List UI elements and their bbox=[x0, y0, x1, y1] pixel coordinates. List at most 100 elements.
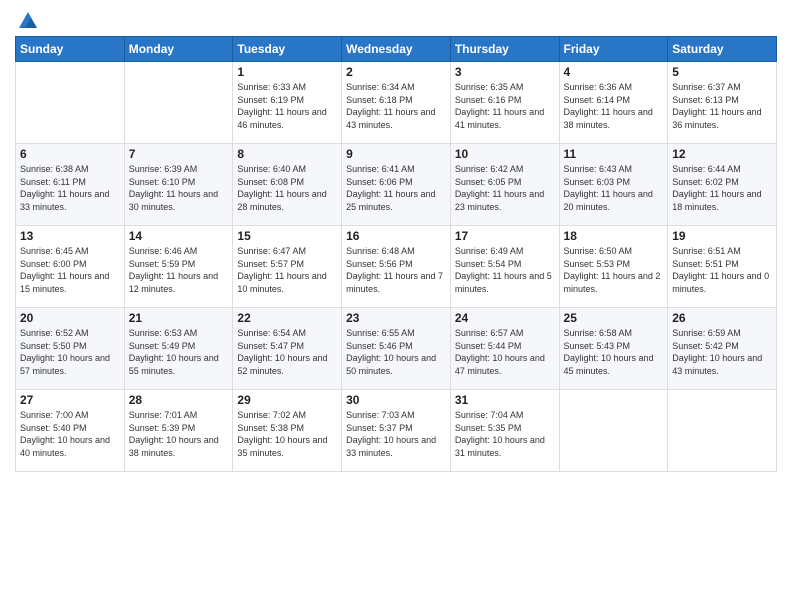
day-info: Sunrise: 6:47 AM Sunset: 5:57 PM Dayligh… bbox=[237, 245, 337, 295]
day-info: Sunrise: 7:00 AM Sunset: 5:40 PM Dayligh… bbox=[20, 409, 120, 459]
day-info: Sunrise: 6:36 AM Sunset: 6:14 PM Dayligh… bbox=[564, 81, 664, 131]
day-number: 30 bbox=[346, 393, 446, 407]
day-number: 9 bbox=[346, 147, 446, 161]
day-number: 24 bbox=[455, 311, 555, 325]
calendar-day-cell: 22 Sunrise: 6:54 AM Sunset: 5:47 PM Dayli… bbox=[233, 308, 342, 390]
page: SundayMondayTuesdayWednesdayThursdayFrid… bbox=[0, 0, 792, 612]
calendar-day-cell: 24 Sunrise: 6:57 AM Sunset: 5:44 PM Dayli… bbox=[450, 308, 559, 390]
day-number: 3 bbox=[455, 65, 555, 79]
calendar-day-cell: 7Sunrise: 6:39 AM Sunset: 6:10 PM Daylig… bbox=[124, 144, 233, 226]
weekday-header: Thursday bbox=[450, 37, 559, 62]
calendar-day-cell: 3 Sunrise: 6:35 AM Sunset: 6:16 PM Daylig… bbox=[450, 62, 559, 144]
day-number: 23 bbox=[346, 311, 446, 325]
day-info: Sunrise: 6:33 AM Sunset: 6:19 PM Dayligh… bbox=[237, 81, 337, 131]
day-number: 27 bbox=[20, 393, 120, 407]
day-number: 12 bbox=[672, 147, 772, 161]
calendar-day-cell: 30 Sunrise: 7:03 AM Sunset: 5:37 PM Dayli… bbox=[342, 390, 451, 472]
day-info: Sunrise: 7:04 AM Sunset: 5:35 PM Dayligh… bbox=[455, 409, 555, 459]
day-number: 29 bbox=[237, 393, 337, 407]
calendar-day-cell: 17 Sunrise: 6:49 AM Sunset: 5:54 PM Dayli… bbox=[450, 226, 559, 308]
day-info: Sunrise: 6:44 AM Sunset: 6:02 PM Dayligh… bbox=[672, 163, 772, 213]
day-number: 8 bbox=[237, 147, 337, 161]
day-info: Sunrise: 6:54 AM Sunset: 5:47 PM Dayligh… bbox=[237, 327, 337, 377]
calendar-day-cell: 21 Sunrise: 6:53 AM Sunset: 5:49 PM Dayli… bbox=[124, 308, 233, 390]
weekday-header: Sunday bbox=[16, 37, 125, 62]
day-info: Sunrise: 6:52 AM Sunset: 5:50 PM Dayligh… bbox=[20, 327, 120, 377]
day-info: Sunrise: 6:57 AM Sunset: 5:44 PM Dayligh… bbox=[455, 327, 555, 377]
calendar-week-row: 20 Sunrise: 6:52 AM Sunset: 5:50 PM Dayli… bbox=[16, 308, 777, 390]
day-info: Sunrise: 6:35 AM Sunset: 6:16 PM Dayligh… bbox=[455, 81, 555, 131]
calendar-day-cell: 29Sunrise: 7:02 AM Sunset: 5:38 PM Dayli… bbox=[233, 390, 342, 472]
day-number: 11 bbox=[564, 147, 664, 161]
day-number: 1 bbox=[237, 65, 337, 79]
day-number: 17 bbox=[455, 229, 555, 243]
day-number: 20 bbox=[20, 311, 120, 325]
day-info: Sunrise: 6:41 AM Sunset: 6:06 PM Dayligh… bbox=[346, 163, 446, 213]
day-info: Sunrise: 6:50 AM Sunset: 5:53 PM Dayligh… bbox=[564, 245, 664, 295]
calendar-week-row: 1 Sunrise: 6:33 AM Sunset: 6:19 PM Daylig… bbox=[16, 62, 777, 144]
day-number: 4 bbox=[564, 65, 664, 79]
day-info: Sunrise: 6:55 AM Sunset: 5:46 PM Dayligh… bbox=[346, 327, 446, 377]
calendar-day-cell: 13Sunrise: 6:45 AM Sunset: 6:00 PM Dayli… bbox=[16, 226, 125, 308]
day-number: 28 bbox=[129, 393, 229, 407]
day-info: Sunrise: 6:40 AM Sunset: 6:08 PM Dayligh… bbox=[237, 163, 337, 213]
day-number: 15 bbox=[237, 229, 337, 243]
day-number: 18 bbox=[564, 229, 664, 243]
calendar-day-cell: 27 Sunrise: 7:00 AM Sunset: 5:40 PM Dayli… bbox=[16, 390, 125, 472]
calendar-day-cell: 23 Sunrise: 6:55 AM Sunset: 5:46 PM Dayli… bbox=[342, 308, 451, 390]
weekday-header: Saturday bbox=[668, 37, 777, 62]
calendar-day-cell: 16 Sunrise: 6:48 AM Sunset: 5:56 PM Dayli… bbox=[342, 226, 451, 308]
day-number: 25 bbox=[564, 311, 664, 325]
calendar-day-cell: 8 Sunrise: 6:40 AM Sunset: 6:08 PM Daylig… bbox=[233, 144, 342, 226]
calendar-day-cell: 6 Sunrise: 6:38 AM Sunset: 6:11 PM Daylig… bbox=[16, 144, 125, 226]
logo bbox=[15, 10, 39, 28]
day-number: 16 bbox=[346, 229, 446, 243]
calendar-day-cell: 25 Sunrise: 6:58 AM Sunset: 5:43 PM Dayli… bbox=[559, 308, 668, 390]
day-info: Sunrise: 6:34 AM Sunset: 6:18 PM Dayligh… bbox=[346, 81, 446, 131]
day-number: 2 bbox=[346, 65, 446, 79]
calendar-week-row: 27 Sunrise: 7:00 AM Sunset: 5:40 PM Dayli… bbox=[16, 390, 777, 472]
day-info: Sunrise: 6:38 AM Sunset: 6:11 PM Dayligh… bbox=[20, 163, 120, 213]
day-info: Sunrise: 6:39 AM Sunset: 6:10 PM Dayligh… bbox=[129, 163, 229, 213]
calendar-day-cell: 14Sunrise: 6:46 AM Sunset: 5:59 PM Dayli… bbox=[124, 226, 233, 308]
day-info: Sunrise: 6:58 AM Sunset: 5:43 PM Dayligh… bbox=[564, 327, 664, 377]
day-info: Sunrise: 6:53 AM Sunset: 5:49 PM Dayligh… bbox=[129, 327, 229, 377]
day-info: Sunrise: 6:49 AM Sunset: 5:54 PM Dayligh… bbox=[455, 245, 555, 295]
calendar-day-cell: 26 Sunrise: 6:59 AM Sunset: 5:42 PM Dayli… bbox=[668, 308, 777, 390]
header bbox=[15, 10, 777, 28]
calendar-day-cell: 18 Sunrise: 6:50 AM Sunset: 5:53 PM Dayli… bbox=[559, 226, 668, 308]
weekday-header: Wednesday bbox=[342, 37, 451, 62]
day-info: Sunrise: 6:43 AM Sunset: 6:03 PM Dayligh… bbox=[564, 163, 664, 213]
weekday-header: Monday bbox=[124, 37, 233, 62]
day-info: Sunrise: 6:46 AM Sunset: 5:59 PM Dayligh… bbox=[129, 245, 229, 295]
day-info: Sunrise: 6:51 AM Sunset: 5:51 PM Dayligh… bbox=[672, 245, 772, 295]
day-info: Sunrise: 6:48 AM Sunset: 5:56 PM Dayligh… bbox=[346, 245, 446, 295]
day-number: 26 bbox=[672, 311, 772, 325]
calendar-day-cell: 15 Sunrise: 6:47 AM Sunset: 5:57 PM Dayli… bbox=[233, 226, 342, 308]
day-number: 13 bbox=[20, 229, 120, 243]
calendar-day-cell bbox=[124, 62, 233, 144]
calendar-day-cell: 10Sunrise: 6:42 AM Sunset: 6:05 PM Dayli… bbox=[450, 144, 559, 226]
calendar-table: SundayMondayTuesdayWednesdayThursdayFrid… bbox=[15, 36, 777, 472]
day-number: 21 bbox=[129, 311, 229, 325]
day-number: 5 bbox=[672, 65, 772, 79]
weekday-header: Tuesday bbox=[233, 37, 342, 62]
calendar-header-row: SundayMondayTuesdayWednesdayThursdayFrid… bbox=[16, 37, 777, 62]
day-info: Sunrise: 6:37 AM Sunset: 6:13 PM Dayligh… bbox=[672, 81, 772, 131]
calendar-day-cell: 31 Sunrise: 7:04 AM Sunset: 5:35 PM Dayli… bbox=[450, 390, 559, 472]
calendar-day-cell: 5 Sunrise: 6:37 AM Sunset: 6:13 PM Daylig… bbox=[668, 62, 777, 144]
day-number: 22 bbox=[237, 311, 337, 325]
day-number: 10 bbox=[455, 147, 555, 161]
day-number: 6 bbox=[20, 147, 120, 161]
calendar-day-cell: 4 Sunrise: 6:36 AM Sunset: 6:14 PM Daylig… bbox=[559, 62, 668, 144]
calendar-week-row: 6 Sunrise: 6:38 AM Sunset: 6:11 PM Daylig… bbox=[16, 144, 777, 226]
calendar-day-cell: 9 Sunrise: 6:41 AM Sunset: 6:06 PM Daylig… bbox=[342, 144, 451, 226]
calendar-day-cell: 2 Sunrise: 6:34 AM Sunset: 6:18 PM Daylig… bbox=[342, 62, 451, 144]
calendar-day-cell bbox=[16, 62, 125, 144]
day-info: Sunrise: 7:03 AM Sunset: 5:37 PM Dayligh… bbox=[346, 409, 446, 459]
day-number: 31 bbox=[455, 393, 555, 407]
day-info: Sunrise: 6:59 AM Sunset: 5:42 PM Dayligh… bbox=[672, 327, 772, 377]
logo-text bbox=[15, 10, 39, 32]
calendar-day-cell: 20 Sunrise: 6:52 AM Sunset: 5:50 PM Dayli… bbox=[16, 308, 125, 390]
calendar-day-cell: 12 Sunrise: 6:44 AM Sunset: 6:02 PM Dayli… bbox=[668, 144, 777, 226]
